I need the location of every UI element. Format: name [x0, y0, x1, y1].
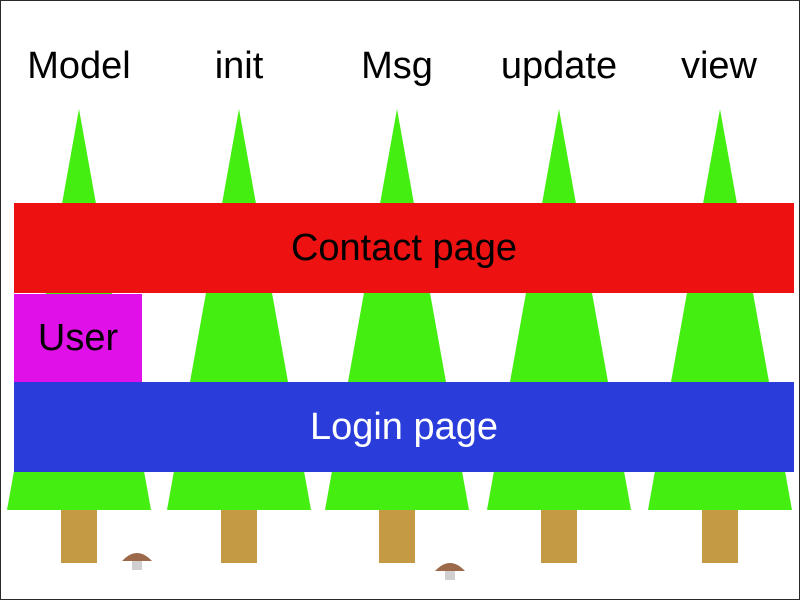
diagram-canvas: Model init Msg update view Contact page …	[0, 0, 800, 600]
tree-trunk-icon	[379, 510, 415, 563]
tree-trunk-icon	[221, 510, 257, 563]
mushroom-icon	[122, 553, 152, 570]
contact-page-band: Contact page	[14, 203, 794, 293]
tree-trunk-icon	[541, 510, 577, 563]
login-page-band: Login page	[14, 382, 794, 472]
tree-trunk-icon	[702, 510, 738, 563]
user-box: User	[14, 294, 142, 382]
mushroom-icon	[435, 563, 465, 580]
tree-trunk-icon	[61, 510, 97, 563]
